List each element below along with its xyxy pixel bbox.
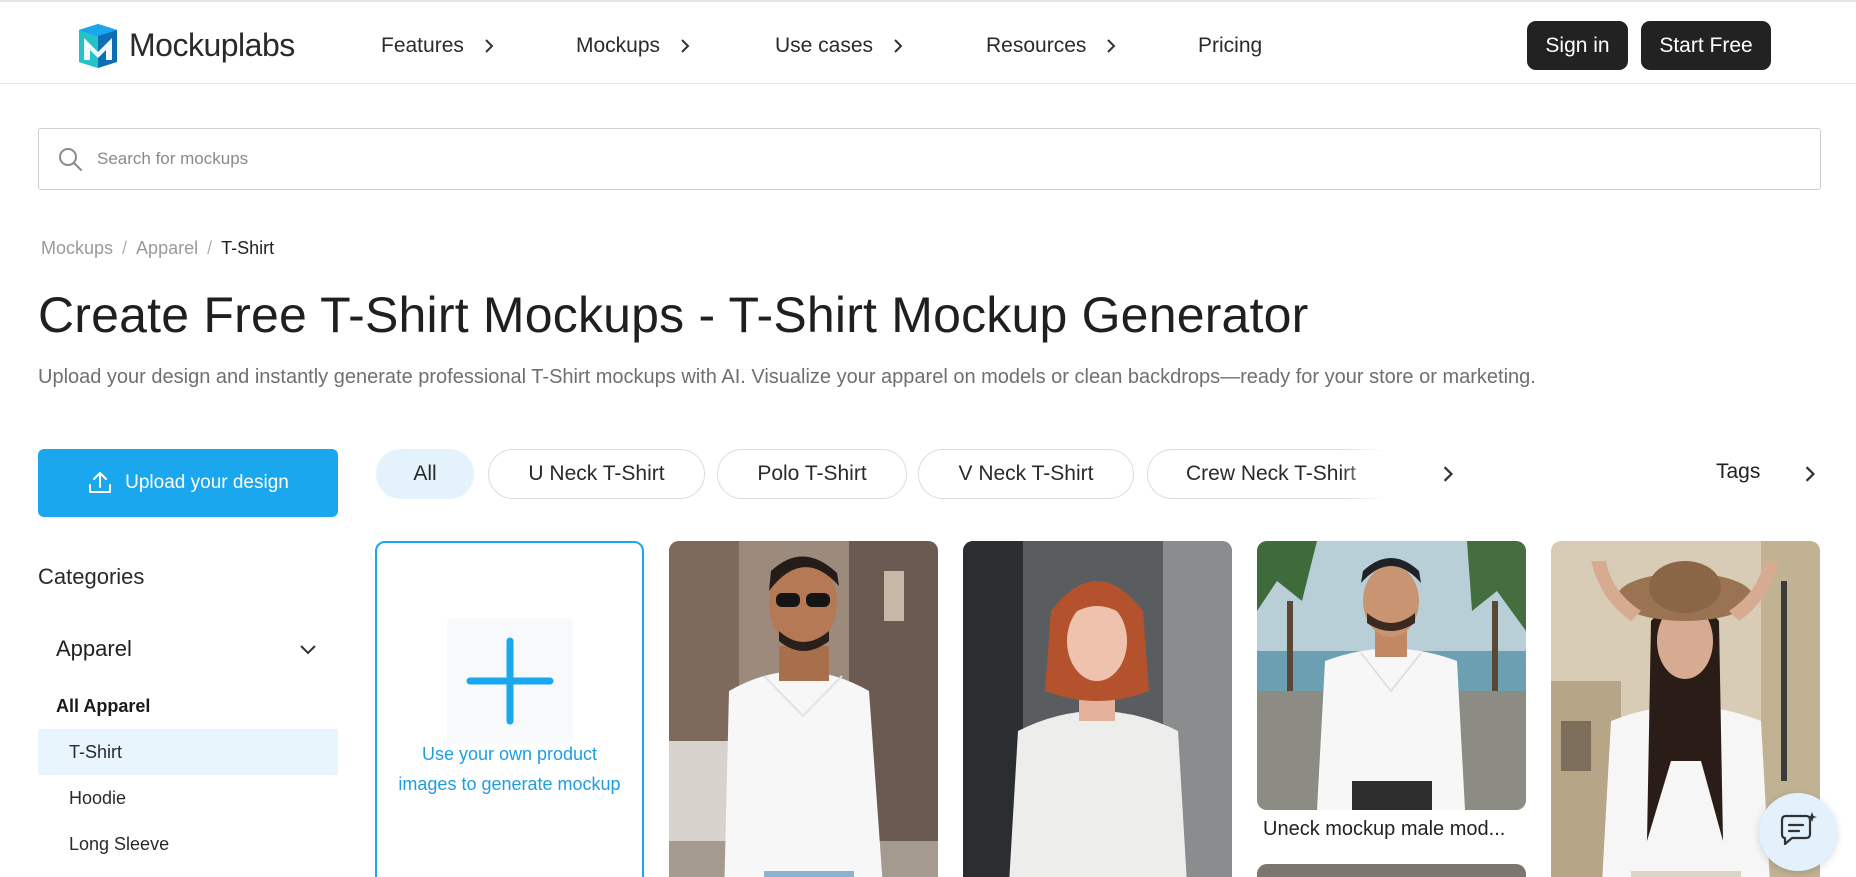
search-icon	[59, 148, 82, 171]
tags-label[interactable]: Tags	[1716, 460, 1760, 484]
chevron-down-icon	[300, 645, 316, 655]
mockup-image-man-cap-beach	[1257, 541, 1526, 810]
nav-use-cases[interactable]: Use cases	[775, 32, 905, 60]
chevron-right-icon	[894, 39, 903, 53]
breadcrumb-t-shirt: T-Shirt	[221, 238, 275, 258]
plus-icon	[466, 637, 554, 725]
nav-features-label: Features	[381, 34, 464, 57]
mockup-card-woman-red-hair[interactable]	[963, 541, 1232, 877]
breadcrumb-apparel[interactable]: Apparel	[136, 238, 198, 259]
category-item-hoodie[interactable]: Hoodie	[38, 775, 338, 821]
filter-pill-polo[interactable]: Polo T-Shirt	[717, 449, 907, 499]
filter-pill-u-neck[interactable]: U Neck T-Shirt	[488, 449, 705, 499]
brand-name: Mockuplabs	[129, 26, 295, 63]
mockup-card-caption: Uneck mockup male mod...	[1263, 818, 1506, 840]
mockup-image-woman-red-hair	[963, 541, 1232, 877]
nav-mockups-label: Mockups	[576, 34, 661, 57]
breadcrumb: Mockups / Apparel / T-Shirt	[41, 238, 274, 259]
search-bar	[38, 128, 1821, 190]
upload-icon	[89, 472, 112, 493]
categories-title: Categories	[38, 564, 145, 589]
category-item-label: Long Sleeve	[69, 833, 170, 854]
nav-resources-label: Resources	[986, 34, 1087, 57]
filter-pill-v-neck[interactable]: V Neck T-Shirt	[918, 449, 1134, 499]
category-group-apparel[interactable]: Apparel	[38, 630, 338, 668]
category-item-label: T-Shirt	[69, 741, 123, 762]
chevron-right-icon	[1443, 466, 1454, 482]
breadcrumb-mockups[interactable]: Mockups	[41, 238, 113, 259]
use-own-images-card[interactable]: Use your own product images to generate …	[375, 541, 644, 877]
plus-icon-box	[447, 618, 573, 744]
chat-support-button[interactable]	[1759, 793, 1837, 871]
breadcrumb-separator: /	[207, 238, 213, 258]
nav-features[interactable]: Features	[381, 32, 496, 60]
category-item-t-shirt[interactable]: T-Shirt	[38, 729, 338, 775]
pills-scroll-next[interactable]	[1432, 458, 1464, 490]
chat-support-icon	[1780, 812, 1817, 846]
chevron-right-icon	[1805, 466, 1816, 482]
top-navigation: Mockuplabs Features Mockups Use cases Re…	[0, 0, 1856, 84]
page-title: Create Free T-Shirt Mockups - T-Shirt Mo…	[38, 287, 1309, 343]
search-input[interactable]	[97, 149, 1697, 169]
use-own-images-text: Use your own product images to generate …	[398, 744, 621, 794]
mockup-image-man-sunglasses	[669, 541, 938, 877]
nav-pricing-label: Pricing	[1198, 34, 1263, 57]
mockup-card-next[interactable]	[1257, 864, 1526, 877]
mockuplabs-logo-icon	[79, 24, 117, 68]
category-item-label: Hoodie	[69, 787, 127, 808]
upload-design-button[interactable]: Upload your design	[38, 449, 338, 517]
page-subtitle: Upload your design and instantly generat…	[38, 366, 1536, 388]
breadcrumb-separator: /	[122, 238, 128, 258]
chevron-right-icon	[485, 39, 494, 53]
mockup-image-next	[1257, 864, 1526, 877]
category-all-apparel[interactable]: All Apparel	[56, 696, 150, 717]
category-group-label: Apparel	[56, 636, 132, 661]
chevron-right-icon	[1107, 39, 1116, 53]
chevron-right-icon	[681, 39, 690, 53]
nav-resources[interactable]: Resources	[986, 32, 1118, 60]
nav-use-cases-label: Use cases	[775, 34, 874, 57]
mockup-card-man-sunglasses[interactable]	[669, 541, 938, 877]
tags-scroll-next[interactable]	[1794, 458, 1826, 490]
sign-in-button[interactable]: Sign in	[1527, 21, 1628, 70]
brand-logo[interactable]: Mockuplabs	[75, 22, 295, 68]
mockup-card-man-cap-beach[interactable]	[1257, 541, 1526, 810]
filter-pill-all[interactable]: All	[376, 449, 474, 499]
pills-fade-overlay	[1340, 445, 1400, 503]
nav-pricing[interactable]: Pricing	[1198, 32, 1262, 60]
category-item-long-sleeve[interactable]: Long Sleeve	[38, 821, 338, 867]
nav-mockups[interactable]: Mockups	[576, 32, 692, 60]
upload-design-label: Upload your design	[125, 472, 289, 493]
start-free-button[interactable]: Start Free	[1641, 21, 1771, 70]
